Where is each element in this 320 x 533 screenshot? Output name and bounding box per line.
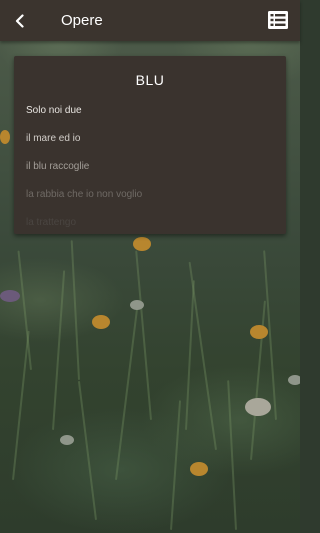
chevron-left-icon: [15, 13, 24, 28]
poem-card: BLU Solo noi due il mare ed io il blu ra…: [14, 56, 286, 234]
back-button[interactable]: [0, 0, 40, 41]
list-menu-button[interactable]: [268, 11, 288, 29]
page-title: Opere: [61, 12, 103, 29]
poem-title: BLU: [135, 72, 165, 88]
poem-line: Solo noi due: [26, 105, 82, 116]
list-icon: [268, 11, 288, 29]
poem-line: il mare ed io: [26, 133, 81, 144]
poem-lines: Solo noi due il mare ed io il blu raccog…: [14, 102, 286, 234]
poem-line: la trattengo: [26, 217, 77, 228]
poem-line: il blu raccoglie: [26, 161, 90, 172]
poem-line: la rabbia che io non voglio: [26, 189, 143, 200]
app-header: Opere: [0, 0, 300, 41]
